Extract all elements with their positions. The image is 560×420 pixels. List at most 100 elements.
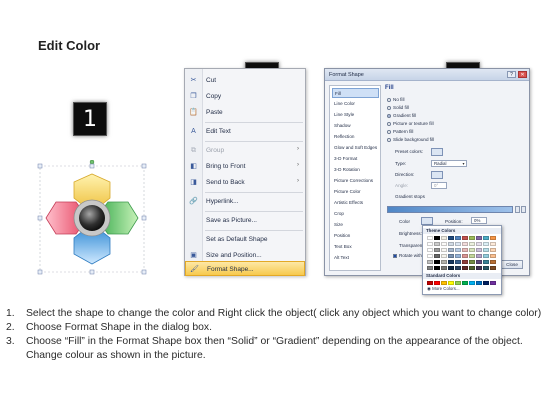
radio-pattern-fill[interactable]: Pattern fill [387, 129, 413, 134]
color-button[interactable] [421, 217, 433, 225]
radio-picture-fill[interactable]: Picture or texture fill [387, 121, 434, 126]
category-item[interactable]: Size [332, 220, 379, 230]
color-swatch[interactable] [483, 254, 489, 258]
color-swatch[interactable] [469, 281, 475, 285]
color-swatch[interactable] [476, 254, 482, 258]
color-swatch[interactable] [476, 236, 482, 240]
gradient-stops-bar[interactable] [387, 206, 513, 213]
category-item[interactable]: Fill [332, 88, 379, 98]
color-swatch[interactable] [427, 254, 433, 258]
color-swatch[interactable] [434, 266, 440, 270]
menu-item-paste[interactable]: 📋 Paste [185, 105, 305, 120]
menu-item-cut[interactable]: ✂ Cut [185, 73, 305, 88]
color-swatch[interactable] [441, 281, 447, 285]
add-stop-button[interactable] [515, 206, 520, 213]
color-swatch[interactable] [490, 260, 496, 264]
sample-shape[interactable] [36, 160, 148, 280]
color-swatch[interactable] [483, 242, 489, 246]
angle-input[interactable]: 0° [431, 182, 447, 189]
color-swatch[interactable] [434, 254, 440, 258]
four-direction-arrow-shape[interactable] [36, 160, 148, 280]
category-item[interactable]: 3-D Rotation [332, 165, 379, 175]
menu-item-copy[interactable]: ❐ Copy [185, 89, 305, 104]
color-swatch[interactable] [469, 248, 475, 252]
color-swatch[interactable] [448, 248, 454, 252]
color-swatch[interactable] [448, 254, 454, 258]
color-swatch[interactable] [476, 260, 482, 264]
color-swatch[interactable] [448, 236, 454, 240]
color-swatch[interactable] [476, 266, 482, 270]
color-swatch[interactable] [455, 266, 461, 270]
radio-solid-fill[interactable]: Solid fill [387, 105, 409, 110]
color-swatch[interactable] [462, 236, 468, 240]
color-swatch[interactable] [448, 260, 454, 264]
color-swatch[interactable] [427, 248, 433, 252]
color-swatch[interactable] [448, 242, 454, 246]
close-button[interactable]: Close [501, 260, 523, 269]
color-swatch[interactable] [427, 242, 433, 246]
category-item[interactable]: Glow and Soft Edges [332, 143, 379, 153]
color-swatch[interactable] [490, 266, 496, 270]
category-item[interactable]: Crop [332, 209, 379, 219]
color-swatch[interactable] [427, 281, 433, 285]
color-swatch[interactable] [434, 248, 440, 252]
close-icon[interactable]: ✕ [518, 71, 527, 78]
category-item[interactable]: 3-D Format [332, 154, 379, 164]
color-swatch[interactable] [469, 260, 475, 264]
color-swatch[interactable] [427, 260, 433, 264]
category-item[interactable]: Picture Color [332, 187, 379, 197]
direction-button[interactable] [431, 171, 443, 179]
color-swatch[interactable] [469, 236, 475, 240]
remove-stop-button[interactable] [521, 206, 526, 213]
color-swatch[interactable] [441, 248, 447, 252]
category-item[interactable]: Position [332, 231, 379, 241]
color-swatch[interactable] [462, 248, 468, 252]
color-swatch[interactable] [469, 266, 475, 270]
color-swatch[interactable] [476, 248, 482, 252]
menu-item-save-as-picture[interactable]: Save as Picture... [185, 213, 305, 228]
help-icon[interactable]: ? [507, 71, 516, 78]
radio-no-fill[interactable]: No fill [387, 97, 405, 102]
color-swatch[interactable] [455, 248, 461, 252]
category-item[interactable]: Line Color [332, 99, 379, 109]
category-item[interactable]: Line Style [332, 110, 379, 120]
color-swatch[interactable] [441, 260, 447, 264]
color-swatch[interactable] [490, 248, 496, 252]
category-item[interactable]: Reflection [332, 132, 379, 142]
color-swatch[interactable] [455, 242, 461, 246]
color-swatch[interactable] [476, 242, 482, 246]
color-swatch[interactable] [455, 254, 461, 258]
color-swatch[interactable] [448, 281, 454, 285]
menu-item-bring-to-front[interactable]: ◧ Bring to Front › [185, 159, 305, 174]
color-swatch[interactable] [441, 236, 447, 240]
menu-item-edit-text[interactable]: A Edit Text [185, 124, 305, 139]
color-swatch[interactable] [448, 266, 454, 270]
position-input[interactable]: 0% [471, 217, 487, 224]
color-swatch[interactable] [462, 266, 468, 270]
category-item[interactable]: Artistic Effects [332, 198, 379, 208]
more-colors-link[interactable]: ◉ More Colors... [427, 286, 460, 292]
category-item[interactable]: Text Box [332, 242, 379, 252]
menu-item-send-to-back[interactable]: ◨ Send to Back › [185, 175, 305, 190]
color-swatch[interactable] [455, 260, 461, 264]
menu-item-hyperlink[interactable]: 🔗 Hyperlink... [185, 194, 305, 209]
color-swatch[interactable] [490, 242, 496, 246]
color-swatch[interactable] [483, 260, 489, 264]
color-swatch[interactable] [483, 236, 489, 240]
color-swatch[interactable] [490, 236, 496, 240]
color-swatch[interactable] [434, 260, 440, 264]
menu-item-set-as-default-shape[interactable]: Set as Default Shape [185, 232, 305, 247]
color-swatch[interactable] [469, 242, 475, 246]
color-swatch[interactable] [469, 254, 475, 258]
color-swatch[interactable] [427, 266, 433, 270]
color-swatch[interactable] [427, 236, 433, 240]
color-swatch[interactable] [434, 236, 440, 240]
color-swatch[interactable] [434, 242, 440, 246]
category-item[interactable]: Picture Corrections [332, 176, 379, 186]
color-swatch[interactable] [462, 242, 468, 246]
menu-item-format-shape[interactable]: 🖌 Format Shape... [185, 261, 305, 276]
color-swatch[interactable] [490, 254, 496, 258]
color-swatch[interactable] [483, 248, 489, 252]
menu-item-group[interactable]: ⧉ Group › [185, 143, 305, 158]
color-swatch[interactable] [483, 281, 489, 285]
